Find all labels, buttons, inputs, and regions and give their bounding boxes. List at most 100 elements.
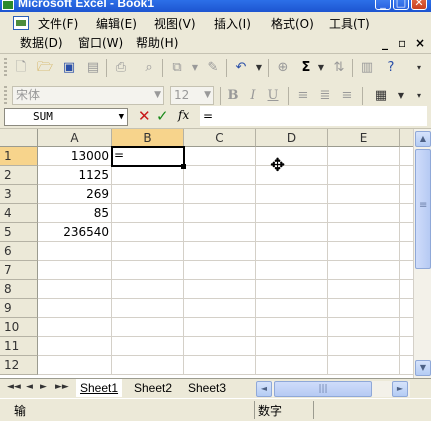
cell-d11[interactable]	[256, 337, 328, 356]
cell-f1[interactable]	[400, 147, 413, 166]
cell-f7[interactable]	[400, 261, 413, 280]
row-header-10[interactable]: 10	[0, 318, 38, 337]
menu-tools[interactable]: 工具(T)	[329, 15, 370, 33]
bold-button[interactable]: B	[224, 87, 242, 105]
chevron-down-icon[interactable]: ▼	[250, 59, 268, 77]
cell-c7[interactable]	[184, 261, 256, 280]
active-cell-b1[interactable]: =	[111, 146, 185, 167]
save-icon[interactable]: ▣	[60, 59, 78, 77]
cell-d12[interactable]	[256, 356, 328, 375]
scroll-right-icon[interactable]: ►	[392, 381, 408, 397]
cell-e1[interactable]	[328, 147, 400, 166]
align-center-icon[interactable]: ≣	[316, 87, 334, 105]
column-header-c[interactable]: C	[184, 129, 256, 147]
menu-insert[interactable]: 插入(I)	[214, 15, 251, 33]
row-header-8[interactable]: 8	[0, 280, 38, 299]
toolbar-options-icon[interactable]: ▾	[410, 59, 428, 77]
cell-b9[interactable]	[112, 299, 184, 318]
cell-a10[interactable]	[38, 318, 112, 337]
column-header-b[interactable]: B	[112, 129, 184, 147]
prev-sheet-icon[interactable]: ◄	[26, 382, 33, 392]
cell-e3[interactable]	[328, 185, 400, 204]
doc-close-button[interactable]: ×	[415, 36, 425, 50]
row-header-2[interactable]: 2	[0, 166, 38, 185]
cell-a9[interactable]	[38, 299, 112, 318]
last-sheet-icon[interactable]: ►►	[55, 382, 69, 392]
chevron-down-icon[interactable]: ▼	[119, 109, 124, 125]
help-icon[interactable]: ?	[382, 59, 400, 77]
vertical-scrollbar[interactable]: ▲ ▼	[413, 129, 431, 378]
cell-d10[interactable]	[256, 318, 328, 337]
cell-b3[interactable]	[112, 185, 184, 204]
cell-d5[interactable]	[256, 223, 328, 242]
insert-function-button[interactable]: fx	[178, 108, 189, 122]
row-header-5[interactable]: 5	[0, 223, 38, 242]
cell-b8[interactable]	[112, 280, 184, 299]
menu-data[interactable]: 数据(D)	[20, 34, 63, 52]
cell-e10[interactable]	[328, 318, 400, 337]
cell-a5[interactable]: 236540	[38, 223, 112, 242]
workbook-icon[interactable]	[13, 16, 29, 30]
cell-b5[interactable]	[112, 223, 184, 242]
cell-e5[interactable]	[328, 223, 400, 242]
cell-c5[interactable]	[184, 223, 256, 242]
restore-button[interactable]: □	[393, 0, 409, 10]
cell-a12[interactable]	[38, 356, 112, 375]
cell-e4[interactable]	[328, 204, 400, 223]
font-size-combo[interactable]: 12 ▼	[170, 86, 214, 105]
cell-d9[interactable]	[256, 299, 328, 318]
row-header-4[interactable]: 4	[0, 204, 38, 223]
cell-c6[interactable]	[184, 242, 256, 261]
cell-f9[interactable]	[400, 299, 413, 318]
cell-f12[interactable]	[400, 356, 413, 375]
vertical-scroll-thumb[interactable]	[415, 149, 431, 269]
tab-sheet2[interactable]: Sheet2	[130, 379, 176, 397]
tab-sheet3[interactable]: Sheet3	[184, 379, 230, 397]
cell-d6[interactable]	[256, 242, 328, 261]
toolbar-options-icon[interactable]: ▾	[410, 87, 428, 105]
doc-minimize-button[interactable]: _	[382, 36, 388, 50]
menu-file[interactable]: 文件(F)	[38, 15, 78, 33]
open-icon[interactable]: 🗁	[36, 59, 54, 77]
cell-b7[interactable]	[112, 261, 184, 280]
cell-a1[interactable]: 13000	[38, 147, 112, 166]
row-header-3[interactable]: 3	[0, 185, 38, 204]
cell-a4[interactable]: 85	[38, 204, 112, 223]
toolbar-grip[interactable]	[4, 58, 7, 78]
cell-b11[interactable]	[112, 337, 184, 356]
row-header-7[interactable]: 7	[0, 261, 38, 280]
cell-f6[interactable]	[400, 242, 413, 261]
chart-icon[interactable]: ▥	[358, 59, 376, 77]
align-right-icon[interactable]: ≡	[338, 87, 356, 105]
cell-c3[interactable]	[184, 185, 256, 204]
cell-e12[interactable]	[328, 356, 400, 375]
undo-icon[interactable]: ↶	[232, 59, 250, 77]
menu-edit[interactable]: 编辑(E)	[96, 15, 137, 33]
cell-f8[interactable]	[400, 280, 413, 299]
doc-restore-button[interactable]: ▫	[398, 36, 406, 50]
scroll-down-icon[interactable]: ▼	[415, 360, 431, 376]
cell-d1[interactable]	[256, 147, 328, 166]
borders-icon[interactable]: ▦	[372, 87, 390, 105]
row-header-9[interactable]: 9	[0, 299, 38, 318]
row-header-11[interactable]: 11	[0, 337, 38, 356]
menu-help[interactable]: 帮助(H)	[136, 34, 178, 52]
copy-icon[interactable]: ⧉	[168, 59, 186, 77]
chevron-down-icon[interactable]: ▼	[186, 59, 204, 77]
formula-input[interactable]: =	[200, 106, 427, 126]
cell-f4[interactable]	[400, 204, 413, 223]
cell-c4[interactable]	[184, 204, 256, 223]
chevron-down-icon[interactable]: ▼	[392, 87, 410, 105]
new-icon[interactable]: 🗋	[12, 59, 30, 77]
underline-button[interactable]: U	[264, 87, 282, 105]
cell-f2[interactable]	[400, 166, 413, 185]
excel-app-icon[interactable]	[2, 0, 14, 10]
horizontal-scrollbar[interactable]: ◄ ||| ►	[256, 381, 410, 397]
chevron-down-icon[interactable]: ▼	[312, 59, 330, 77]
cell-e8[interactable]	[328, 280, 400, 299]
cell-a2[interactable]: 1125	[38, 166, 112, 185]
cancel-entry-icon[interactable]: ✕	[138, 107, 151, 125]
cell-b4[interactable]	[112, 204, 184, 223]
scroll-left-icon[interactable]: ◄	[256, 381, 272, 397]
chevron-down-icon[interactable]: ▼	[154, 87, 161, 104]
